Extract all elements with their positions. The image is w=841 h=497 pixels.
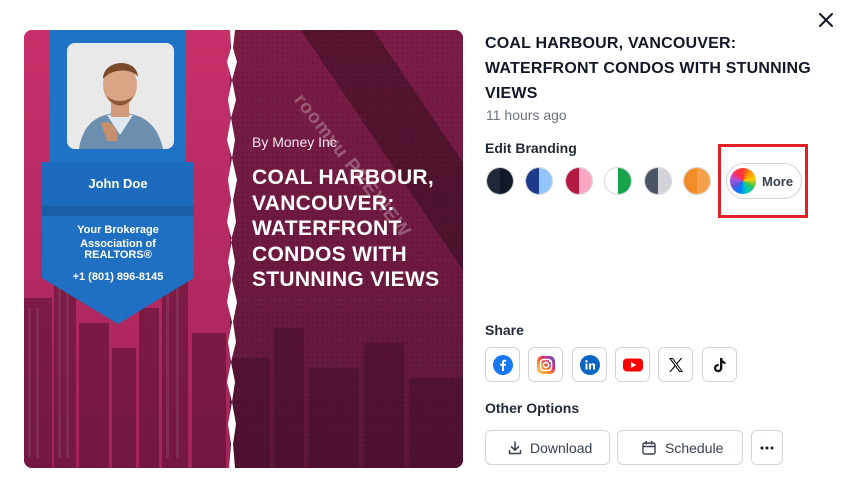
facebook-icon [493, 355, 513, 375]
preview-headline: COAL HARBOUR, VANCOUVER: WATERFRONT COND… [252, 166, 440, 291]
branding-swatch-blue[interactable] [525, 167, 553, 195]
close-button[interactable] [814, 8, 838, 32]
download-icon [508, 441, 522, 455]
brokerage-name: Your Brokerage [77, 224, 159, 236]
share-youtube-button[interactable] [615, 347, 650, 382]
torn-paper-edge [227, 30, 237, 468]
agent-phone: +1 (801) 896-8145 [72, 271, 164, 283]
edit-branding-label: Edit Branding [485, 140, 577, 156]
x-icon [669, 358, 684, 372]
calendar-icon [642, 440, 656, 455]
byline: By Money Inc [252, 134, 337, 150]
branding-swatch-green[interactable] [604, 167, 632, 195]
branding-swatch-orange[interactable] [683, 167, 711, 195]
highlight-box [718, 144, 808, 218]
youtube-icon [623, 358, 643, 372]
post-title: COAL HARBOUR, VANCOUVER: WATERFRONT COND… [485, 35, 811, 102]
more-options-button[interactable] [751, 430, 783, 465]
download-label: Download [530, 440, 593, 456]
share-facebook-button[interactable] [485, 347, 520, 382]
share-label: Share [485, 322, 524, 338]
linkedin-icon [580, 355, 600, 375]
close-icon [819, 13, 833, 27]
share-linkedin-button[interactable] [572, 347, 607, 382]
schedule-button[interactable]: Schedule [617, 430, 743, 465]
share-tiktok-button[interactable] [702, 347, 737, 382]
video-preview: roomvu PREVIEW By Money Inc COAL HARBOUR… [24, 30, 463, 468]
branding-swatch-dark[interactable] [486, 167, 514, 195]
schedule-label: Schedule [665, 440, 724, 456]
branding-swatch-gray[interactable] [644, 167, 672, 195]
tiktok-icon [714, 358, 726, 373]
download-button[interactable]: Download [485, 430, 610, 465]
association-line2: REALTORS® [84, 249, 152, 261]
agent-photo [67, 43, 174, 149]
share-x-button[interactable] [658, 347, 693, 382]
post-timestamp: 11 hours ago [486, 107, 567, 123]
ellipsis-icon [760, 446, 774, 450]
other-options-label: Other Options [485, 400, 580, 416]
branding-swatch-red[interactable] [565, 167, 593, 195]
agent-name: John Doe [88, 176, 148, 191]
instagram-icon [537, 356, 555, 374]
share-instagram-button[interactable] [528, 347, 563, 382]
